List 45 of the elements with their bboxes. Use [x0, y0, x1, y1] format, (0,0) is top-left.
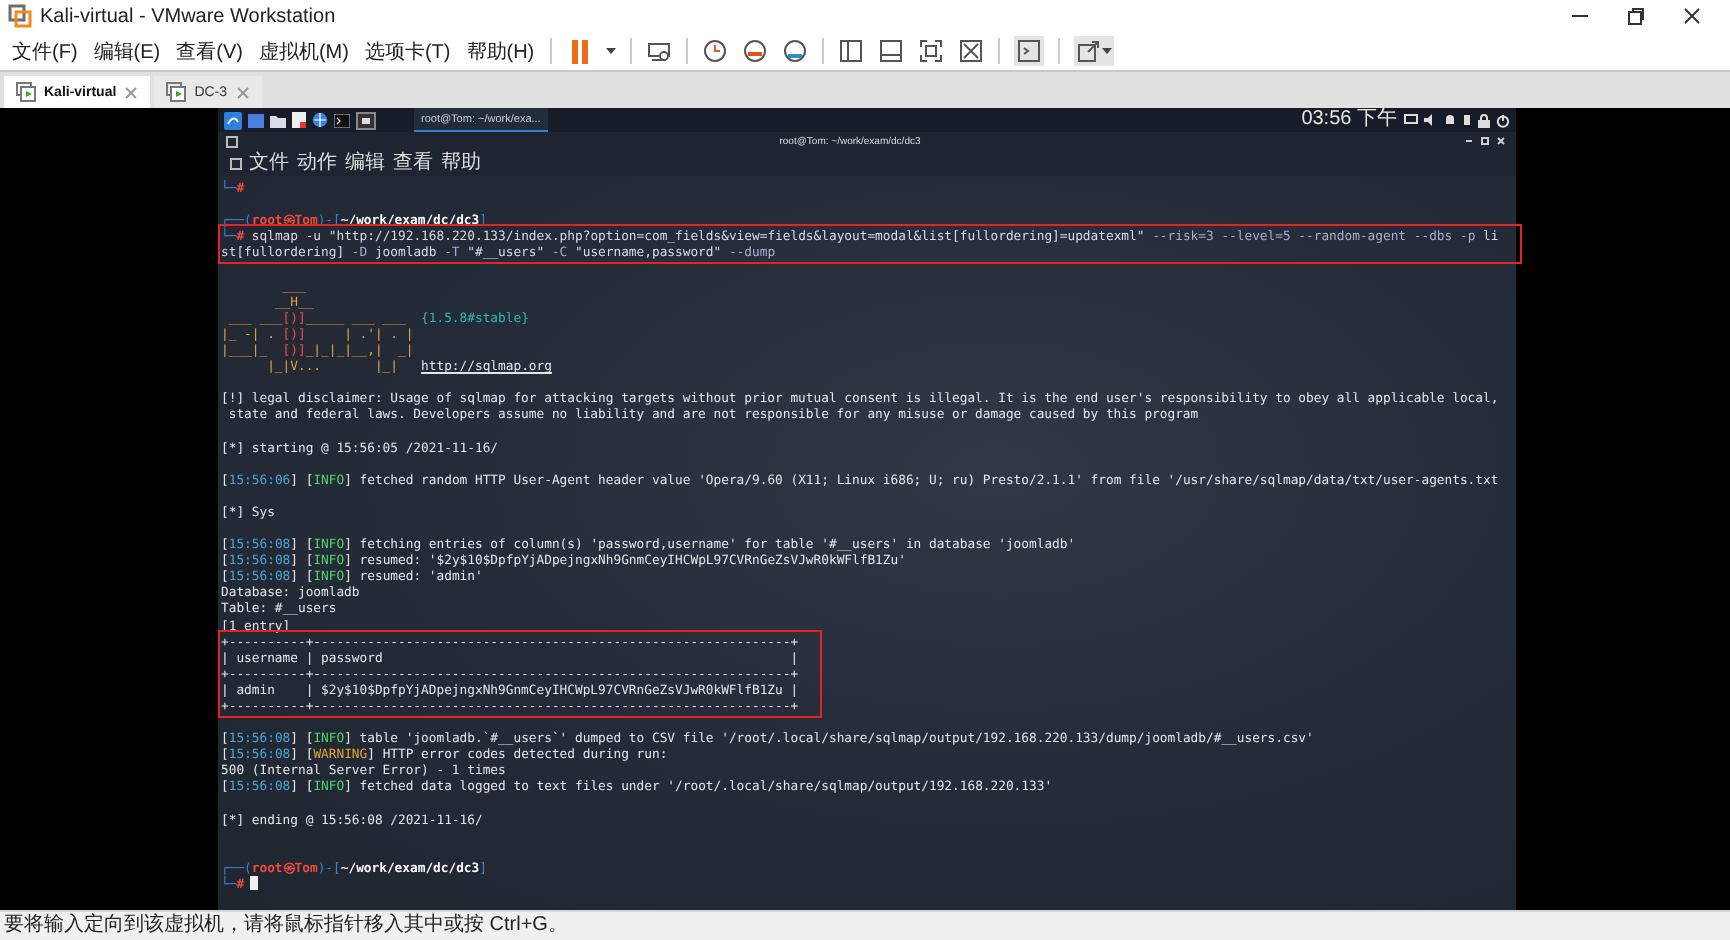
- globe-icon[interactable]: [311, 112, 327, 128]
- display-icon[interactable]: [1403, 114, 1417, 126]
- vm-icon: [166, 82, 187, 102]
- menu-item[interactable]: 编辑(E): [93, 37, 161, 65]
- battery-icon[interactable]: [1461, 114, 1471, 126]
- menu-item[interactable]: 文件: [249, 151, 289, 175]
- menu-item[interactable]: 查看: [393, 151, 433, 175]
- volume-icon[interactable]: [1423, 114, 1437, 126]
- terminal-icon[interactable]: [355, 111, 375, 129]
- caret-icon[interactable]: [1102, 47, 1113, 55]
- fullscreen-icon[interactable]: [918, 38, 945, 64]
- menu-item[interactable]: 文件(F): [12, 37, 78, 65]
- menu-item[interactable]: 帮助: [441, 151, 481, 175]
- monitor-icon[interactable]: [646, 39, 673, 63]
- menu-item[interactable]: 选项卡(T): [364, 37, 451, 65]
- sidebar-icon[interactable]: [838, 38, 865, 64]
- menu-item[interactable]: 查看(V): [176, 37, 243, 65]
- caret-icon[interactable]: [606, 47, 617, 55]
- status-text: 要将输入定向到该虚拟机，请将鼠标指针移入其中或按 Ctrl+G。: [4, 914, 568, 938]
- cursor: [250, 876, 259, 891]
- pause-button[interactable]: [568, 35, 593, 67]
- stretch-button[interactable]: [1074, 36, 1115, 66]
- menu-item[interactable]: 帮助(H): [466, 37, 535, 65]
- app-logo-icon: [8, 4, 32, 28]
- panel-icon[interactable]: [878, 38, 905, 64]
- terminal-icon: [1016, 38, 1043, 64]
- window-title: Kali-virtual - VMware Workstation: [40, 5, 338, 27]
- restore-icon[interactable]: [1626, 6, 1646, 26]
- menu-item[interactable]: 动作: [297, 151, 337, 175]
- clock: 03:56 下午: [1301, 108, 1397, 132]
- folder-icon[interactable]: [269, 113, 285, 127]
- close-icon[interactable]: [1682, 6, 1702, 26]
- menu-item[interactable]: 编辑: [345, 151, 385, 175]
- stretch-icon: [1076, 38, 1103, 64]
- kali-logo-icon[interactable]: [223, 111, 241, 129]
- power-icon[interactable]: [1495, 113, 1509, 127]
- terminal-icon[interactable]: [333, 113, 349, 127]
- vm-icon: [16, 82, 36, 102]
- lock-icon[interactable]: [1477, 113, 1489, 127]
- menu-item[interactable]: 虚拟机(M): [258, 37, 349, 65]
- bell-icon[interactable]: [1443, 114, 1455, 126]
- window-controls-icon[interactable]: [1463, 136, 1507, 146]
- pause-icon: [570, 37, 591, 65]
- crossed-frame-icon[interactable]: [958, 38, 985, 64]
- console-button[interactable]: [1014, 36, 1045, 66]
